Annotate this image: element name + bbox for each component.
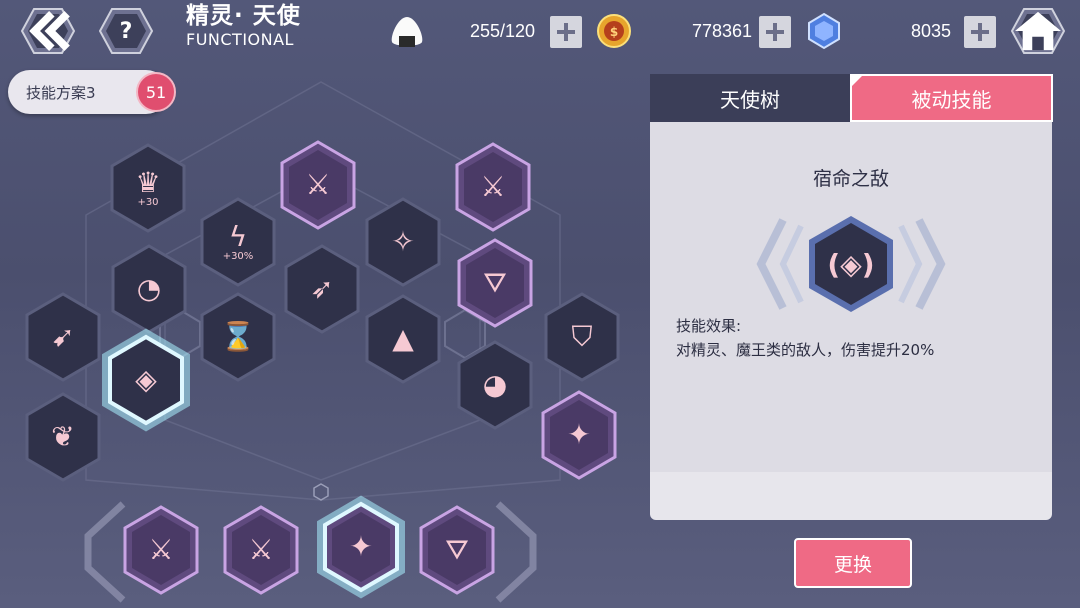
- skill-node[interactable]: ◈: [102, 328, 190, 432]
- corner-marker: [852, 76, 862, 86]
- skill-node[interactable]: ✦: [540, 390, 618, 480]
- angel-wing-icon: ⚔: [305, 168, 331, 201]
- add-gem-button[interactable]: [964, 16, 996, 48]
- skill-node[interactable]: ✧: [364, 197, 442, 287]
- kick-icon: ➶: [310, 272, 334, 305]
- tab-passive-skills-label: 被动技能: [911, 87, 992, 112]
- blue-crystal-icon: [806, 12, 842, 50]
- star-constellation-icon: ✧: [391, 225, 415, 258]
- skill-node[interactable]: ⚔: [279, 140, 357, 230]
- gem-value: 8035: [911, 21, 952, 41]
- gold-value: 778361: [692, 21, 753, 41]
- skill-detail-icon: (◈): [756, 216, 946, 312]
- lightning-shield-icon: ⛉: [571, 320, 593, 353]
- skill-node[interactable]: ◔: [110, 244, 188, 334]
- skill-node[interactable]: ➹: [24, 292, 102, 382]
- dotted-circle-sword-icon: ◔: [136, 272, 162, 305]
- winged-warrior-icon: ✦: [567, 418, 591, 451]
- angel-wing-icon: ⚔: [248, 533, 274, 566]
- lightning-triangle-icon: ⛛: [445, 533, 469, 566]
- skill-effect: 技能效果: 对精灵、魔王类的敌人，伤害提升20%: [676, 314, 934, 362]
- skill-node[interactable]: ❦: [24, 392, 102, 482]
- swap-button[interactable]: 更换: [794, 538, 912, 588]
- angel-portrait-icon: ♛ +30: [135, 166, 161, 208]
- node-bonus-label: +30%: [222, 251, 254, 262]
- home-button[interactable]: [1011, 8, 1065, 54]
- skill-node[interactable]: ⚔: [454, 142, 532, 232]
- tab-angel-tree-label: 天使树: [720, 87, 780, 112]
- skill-node[interactable]: ⌛: [199, 292, 277, 382]
- angel-wing-icon: ⚔: [480, 170, 506, 203]
- skill-node[interactable]: ⛛: [456, 238, 534, 328]
- dash-icon: ➹: [51, 320, 75, 353]
- dotted-circle-wing-icon: ◕: [482, 368, 508, 401]
- tab-passive-skills[interactable]: 被动技能: [850, 74, 1053, 122]
- equipped-slot[interactable]: ⚔: [122, 505, 200, 595]
- svg-text:(◈): (◈): [827, 248, 874, 281]
- bow-timer-icon: ⌛: [220, 320, 256, 353]
- equipped-slot[interactable]: ⚔: [222, 505, 300, 595]
- skill-name: 宿命之敌: [812, 168, 889, 190]
- skill-effect-text: 对精灵、魔王类的敌人，伤害提升20%: [676, 341, 935, 359]
- angel-wing-icon: ⚔: [148, 533, 174, 566]
- lightning-triangle-icon: ⛛: [483, 266, 507, 299]
- skill-node[interactable]: ⛉: [543, 292, 621, 382]
- add-gold-button[interactable]: [759, 16, 791, 48]
- skill-node[interactable]: ➶: [283, 244, 361, 334]
- blade-pyramid-icon: ▲: [392, 322, 414, 355]
- home-icon: [1011, 8, 1065, 54]
- skill-node[interactable]: ▲: [364, 294, 442, 384]
- angel-skill-tree: ♛ +30 ⚔ ⚔ ϟ +30% ✧ ◔ ➶ ⛛ ➹ ⌛ ▲ ⛉ ◈ ◕ ❦ ✦: [0, 0, 640, 500]
- skill-node[interactable]: ♛ +30: [109, 143, 187, 233]
- tab-angel-tree[interactable]: 天使树: [650, 74, 850, 122]
- winged-warrior-icon: ✦: [349, 530, 373, 563]
- equipped-slot[interactable]: ⛛: [418, 505, 496, 595]
- node-bonus-label: +30: [137, 197, 159, 208]
- skill-effect-title: 技能效果:: [676, 317, 742, 335]
- skill-detail-panel: 宿命之敌 (◈) 技能效果: 对精灵、魔王类的敌人，伤害提升20%: [650, 122, 1052, 520]
- equipped-slot[interactable]: ✦: [317, 495, 405, 599]
- wing-cloak-icon: ❦: [51, 420, 75, 453]
- skill-node[interactable]: ϟ +30%: [199, 197, 277, 287]
- nemesis-mask-icon: ◈: [135, 363, 157, 396]
- skill-node[interactable]: ◕: [456, 340, 534, 430]
- lightning-burst-icon: ϟ +30%: [222, 220, 254, 262]
